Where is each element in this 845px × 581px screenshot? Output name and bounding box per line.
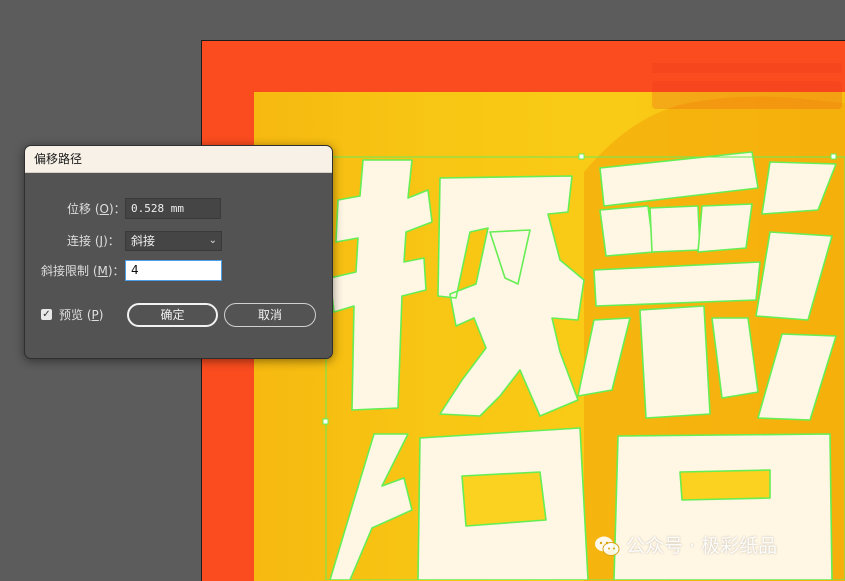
- selection-handle-top[interactable]: [578, 153, 585, 160]
- wechat-icon: [595, 536, 620, 556]
- char-ji[interactable]: [329, 159, 585, 417]
- cancel-button[interactable]: 取消: [224, 303, 316, 327]
- offset-row: 位移 (O)： 0.528 mm: [25, 198, 332, 220]
- join-select-value: 斜接: [131, 234, 156, 248]
- chevron-down-icon: ⌄: [208, 235, 217, 246]
- selection-handle-left[interactable]: [322, 418, 329, 425]
- offset-label: 位移 (O)：: [67, 202, 126, 216]
- join-row: 连接 (J)： 斜接 ⌄: [25, 230, 332, 252]
- char-zhi[interactable]: [329, 427, 589, 580]
- ok-button[interactable]: 确定: [127, 303, 218, 327]
- offset-path-dialog: 偏移路径 位移 (O)： 0.528 mm 连接 (J)： 斜接 ⌄ 斜接限制 …: [24, 145, 333, 359]
- miter-limit-input[interactable]: 4: [125, 260, 222, 281]
- preview-checkbox[interactable]: ✓: [41, 309, 52, 320]
- miter-limit-row: 斜接限制 (M)： 4: [25, 260, 332, 282]
- footer-watermark-text: 公众号 · 极彩纸品: [626, 535, 778, 557]
- miter-limit-label: 斜接限制 (M)：: [41, 264, 125, 278]
- join-label: 连接 (J)：: [67, 234, 120, 248]
- offset-input[interactable]: 0.528 mm: [125, 198, 221, 219]
- char-cai[interactable]: [577, 151, 837, 421]
- selection-handle-top-right[interactable]: [830, 153, 837, 160]
- join-select[interactable]: 斜接 ⌄: [125, 231, 222, 251]
- preview-label[interactable]: 预览 (P): [59, 306, 103, 324]
- dialog-title[interactable]: 偏移路径: [25, 146, 332, 173]
